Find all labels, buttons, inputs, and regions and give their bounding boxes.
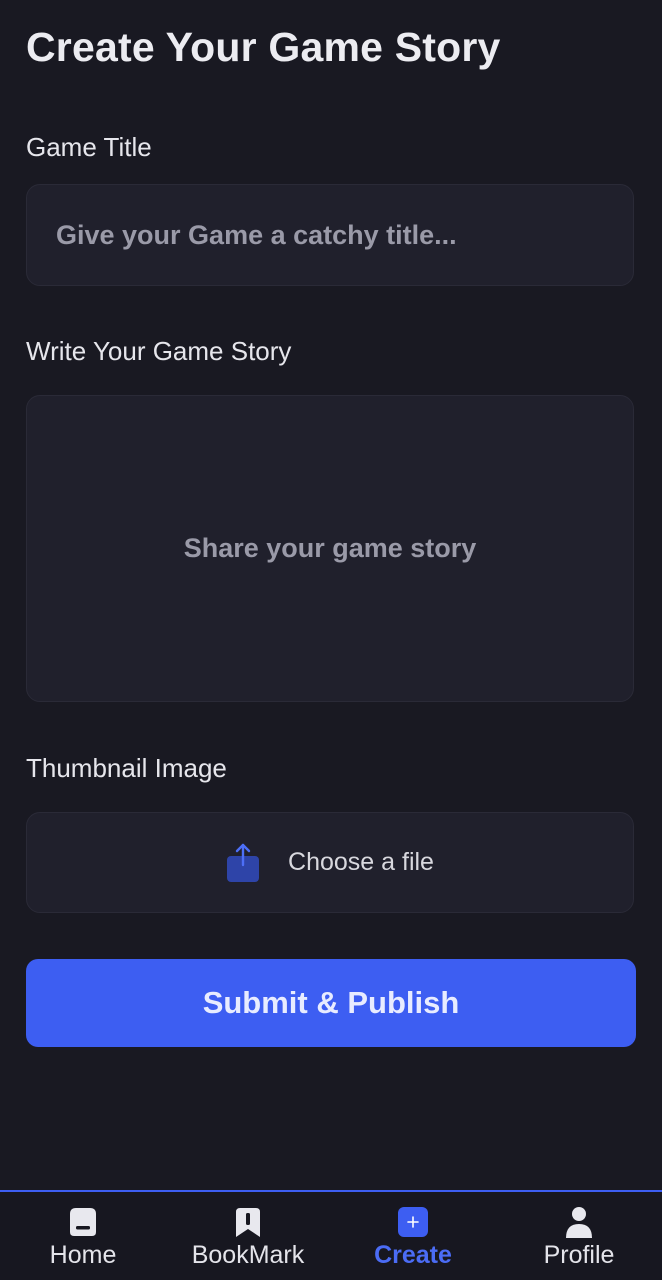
- game-story-textarea[interactable]: Share your game story: [26, 395, 634, 702]
- person-icon: [566, 1207, 592, 1238]
- upload-icon: [227, 843, 260, 882]
- game-story-placeholder: Share your game story: [183, 533, 477, 563]
- game-title-input[interactable]: Give your Game a catchy title...: [26, 184, 634, 286]
- plus-square-icon: [398, 1207, 428, 1237]
- submit-publish-button[interactable]: Submit & Publish: [26, 959, 636, 1047]
- choose-file-button[interactable]: Choose a file: [26, 812, 634, 913]
- game-story-label: Write Your Game Story: [26, 336, 292, 366]
- nav-label-home: Home: [49, 1241, 117, 1269]
- bottom-navigation: Home BookMark Create Profile: [0, 1190, 662, 1280]
- home-icon: [70, 1208, 96, 1236]
- nav-label-profile: Profile: [543, 1241, 615, 1269]
- choose-file-label: Choose a file: [288, 848, 434, 876]
- nav-label-bookmark: BookMark: [191, 1241, 305, 1269]
- game-title-placeholder: Give your Game a catchy title...: [56, 219, 457, 250]
- nav-item-profile[interactable]: Profile: [536, 1192, 622, 1280]
- nav-item-bookmark[interactable]: BookMark: [186, 1192, 310, 1280]
- page-title: Create Your Game Story: [26, 24, 501, 70]
- nav-label-create: Create: [374, 1241, 452, 1269]
- game-title-label: Game Title: [26, 132, 152, 162]
- nav-item-home[interactable]: Home: [36, 1192, 130, 1280]
- bookmark-icon: [236, 1208, 260, 1237]
- nav-item-create[interactable]: Create: [366, 1192, 460, 1280]
- thumbnail-label: Thumbnail Image: [26, 753, 227, 783]
